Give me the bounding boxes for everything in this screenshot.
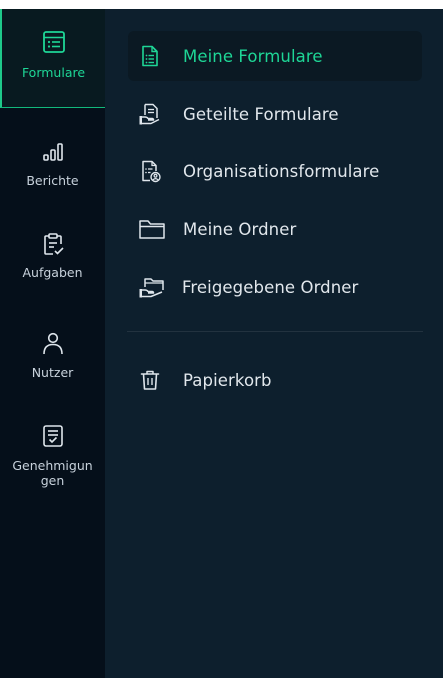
form-list-icon: [41, 29, 67, 55]
rail-item-nutzer[interactable]: Nutzer: [0, 330, 105, 380]
rail-item-label: Formulare: [21, 65, 86, 80]
nav-item-papierkorb[interactable]: Papierkorb: [128, 355, 422, 405]
organization-document-icon: [138, 159, 162, 183]
sidebar-navigation: Formulare Berichte Aufgaben Nutzer Geneh…: [0, 9, 443, 678]
nav-item-freigegebene-ordner[interactable]: Freigegebene Ordner: [128, 262, 422, 312]
rail-item-label: Genehmigun gen: [12, 458, 93, 488]
rail-item-berichte[interactable]: Berichte: [0, 139, 105, 188]
rail-item-label: Aufgaben: [22, 265, 83, 280]
clipboard-edit-icon: [40, 231, 66, 257]
document-list-icon: [138, 44, 162, 68]
rail-item-genehmigungen[interactable]: Genehmigun gen: [0, 423, 105, 488]
rail-item-label: Nutzer: [31, 365, 74, 380]
shared-folder-icon: [138, 275, 166, 299]
nav-item-label: Geteilte Formulare: [183, 104, 339, 124]
user-icon: [40, 330, 66, 356]
rail-item-aufgaben[interactable]: Aufgaben: [0, 231, 105, 280]
nav-item-meine-ordner[interactable]: Meine Ordner: [128, 204, 422, 254]
rail-item-formulare[interactable]: Formulare: [0, 9, 105, 108]
nav-item-label: Papierkorb: [183, 370, 272, 390]
nav-item-label: Freigegebene Ordner: [182, 277, 359, 297]
shared-document-icon: [138, 102, 162, 126]
nav-item-label: Meine Ordner: [183, 219, 297, 239]
rail-item-label: Berichte: [26, 173, 79, 188]
nav-item-meine-formulare[interactable]: Meine Formulare: [128, 31, 422, 81]
menu-divider: [127, 331, 423, 332]
bar-chart-icon: [40, 139, 66, 165]
nav-item-label: Meine Formulare: [183, 46, 323, 66]
trash-icon: [138, 368, 162, 392]
approval-doc-icon: [40, 423, 66, 449]
nav-item-geteilte-formulare[interactable]: Geteilte Formulare: [128, 89, 422, 139]
folder-icon: [138, 217, 165, 241]
forms-panel: Meine Formulare Geteilte Formulare Organ…: [105, 9, 443, 678]
nav-item-label: Organisationsformulare: [183, 161, 380, 181]
icon-rail: Formulare Berichte Aufgaben Nutzer Geneh…: [0, 9, 105, 678]
nav-item-organisationsformulare[interactable]: Organisationsformulare: [128, 146, 422, 196]
